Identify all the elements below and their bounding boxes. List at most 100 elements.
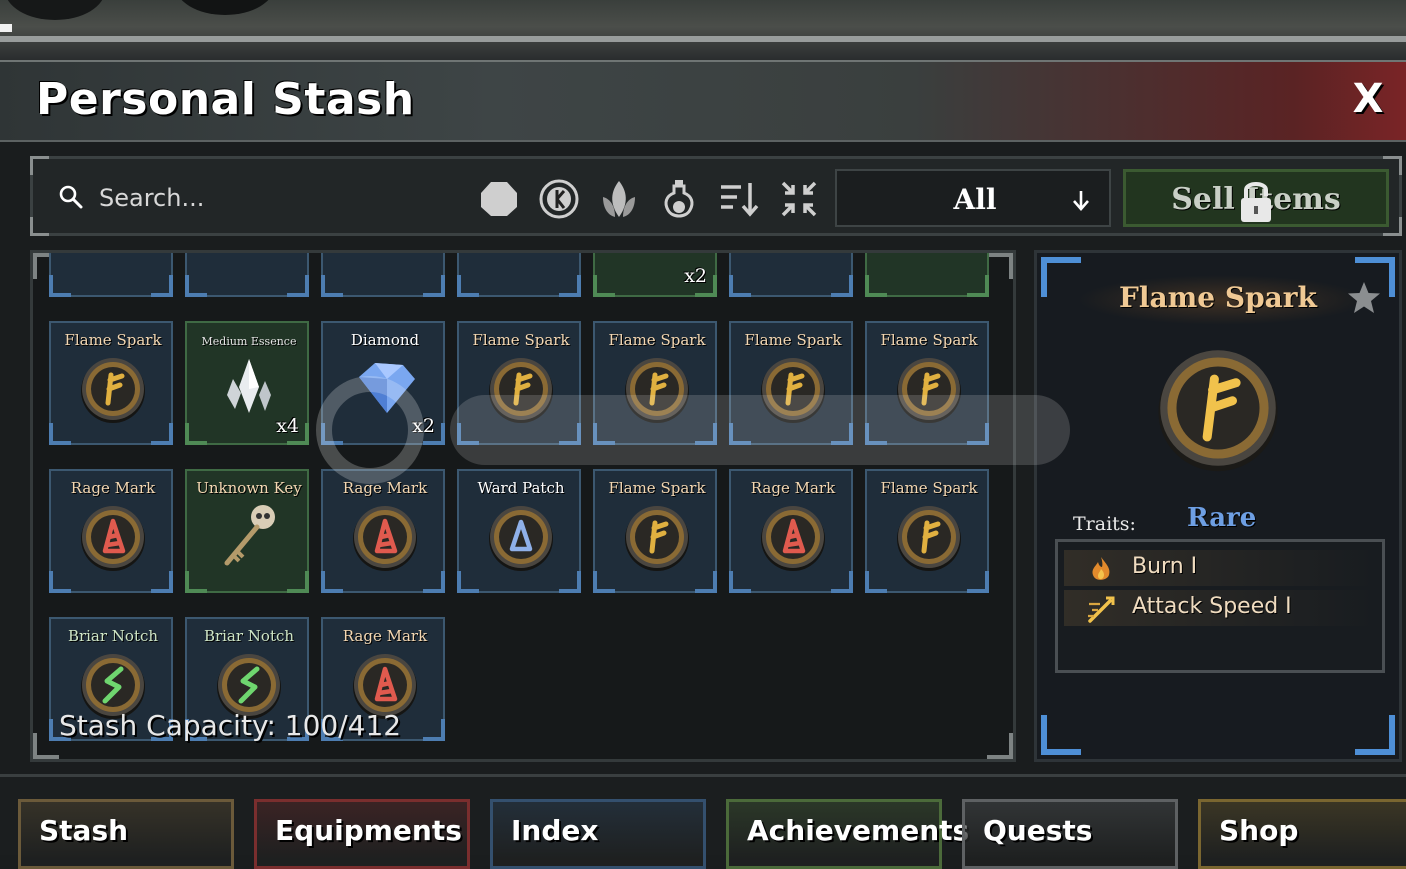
tab-index[interactable]: Index	[490, 799, 706, 869]
item-name: Diamond	[350, 331, 420, 349]
background-scene	[0, 0, 1406, 60]
collapse-icon[interactable]	[777, 177, 821, 221]
inventory-slot[interactable]: Flame Spark	[457, 321, 581, 445]
inventory-slot-partial[interactable]	[185, 253, 309, 297]
category-dropdown[interactable]: All	[835, 169, 1111, 227]
flame-item-icon	[761, 358, 825, 423]
inventory-slot[interactable]: Rage Mark	[729, 469, 853, 593]
flame-spark-rune-icon	[1158, 350, 1278, 472]
item-name: Flame Spark	[880, 479, 978, 497]
search-icon	[59, 185, 83, 209]
inventory-slot-partial[interactable]	[865, 253, 989, 297]
tab-label: Achievements	[747, 814, 970, 847]
item-name: Ward Patch	[477, 479, 565, 497]
flame-item-icon	[489, 358, 553, 423]
arrow-down-icon	[1073, 191, 1089, 211]
traits-list: Burn I Attack Speed I	[1055, 539, 1385, 673]
diamond-item-icon	[359, 363, 415, 413]
close-button[interactable]: X	[1348, 76, 1388, 122]
inventory-slot[interactable]: Medium Essence x4	[185, 321, 309, 445]
item-name: Flame Spark	[608, 331, 706, 349]
search-box	[55, 177, 455, 217]
inventory-slot[interactable]: Rage Mark	[321, 469, 445, 593]
flame-item-icon	[897, 506, 961, 571]
item-quantity: x2	[412, 415, 435, 437]
traits-label: Traits:	[1073, 513, 1136, 535]
tab-label: Quests	[983, 814, 1093, 847]
flame-item-icon	[625, 506, 689, 571]
inventory-slot[interactable]: Flame Spark	[593, 321, 717, 445]
window-title: Personal Stash	[36, 74, 415, 125]
item-name: Rage Mark	[750, 479, 836, 497]
tab-achievements[interactable]: Achievements	[726, 799, 969, 869]
window-title-bar: Personal Stash X	[0, 60, 1406, 142]
inventory-slot[interactable]: Flame Spark	[593, 469, 717, 593]
tab-shop[interactable]: Shop	[1198, 799, 1406, 869]
tab-quests[interactable]: Quests	[962, 799, 1178, 869]
flame-item-icon	[897, 358, 961, 423]
tab-label: Index	[511, 814, 599, 847]
tab-label: Stash	[39, 814, 129, 847]
sell-items-button[interactable]: Sell Items	[1123, 169, 1389, 227]
item-quantity: x2	[684, 265, 707, 287]
item-name: Flame Spark	[64, 331, 162, 349]
rage-item-icon	[761, 506, 825, 571]
tab-stash[interactable]: Stash	[18, 799, 234, 869]
star-icon[interactable]	[1345, 279, 1383, 317]
inventory-slot[interactable]: Flame Spark	[729, 321, 853, 445]
item-name: Flame Spark	[472, 331, 570, 349]
inventory-grid: x2 Flame Spark Medium Essence x4 Diamond x2 Fl…	[30, 250, 1016, 762]
inventory-slot-partial[interactable]	[321, 253, 445, 297]
inventory-slot[interactable]: Flame Spark	[865, 321, 989, 445]
item-name: Rage Mark	[70, 479, 156, 497]
item-detail-panel: Flame Spark Traits: Rare Burn I Attack S…	[1034, 250, 1402, 762]
tab-label: Shop	[1219, 814, 1299, 847]
item-name: Briar Notch	[203, 627, 295, 645]
essence-item-icon	[227, 359, 271, 413]
inventory-slot[interactable]: Diamond x2	[321, 321, 445, 445]
bottom-tab-bar: Stash Equipments Index Achievements Quests Sh…	[0, 774, 1406, 869]
key-item-icon	[224, 505, 275, 566]
rarity-label: Rare	[1187, 503, 1257, 533]
trait-text: Burn I	[1132, 554, 1198, 579]
item-name: Medium Essence	[201, 335, 297, 348]
rage-item-icon	[353, 506, 417, 571]
sort-icon[interactable]	[717, 177, 761, 221]
inventory-slot[interactable]: Unknown Key	[185, 469, 309, 593]
item-name: Flame Spark	[880, 331, 978, 349]
inventory-slot[interactable]: Rage Mark	[49, 469, 173, 593]
inventory-slot-partial[interactable]: x2	[593, 253, 717, 297]
inventory-slot[interactable]: Flame Spark	[865, 469, 989, 593]
item-quantity: x4	[276, 415, 299, 437]
flame-item-icon	[625, 358, 689, 423]
tab-label: Equipments	[275, 814, 462, 847]
item-name: Unknown Key	[196, 479, 302, 497]
lock-icon	[1241, 182, 1271, 222]
ward-item-icon	[489, 506, 553, 571]
item-name: Briar Notch	[67, 627, 159, 645]
stone-filter-icon[interactable]	[477, 177, 521, 221]
potion-filter-icon[interactable]	[657, 177, 701, 221]
trait-row: Burn I	[1064, 550, 1376, 586]
trait-text: Attack Speed I	[1132, 594, 1292, 619]
item-name: Rage Mark	[342, 627, 428, 645]
item-name: Flame Spark	[608, 479, 706, 497]
rage-item-icon	[81, 506, 145, 571]
inventory-slot[interactable]: Flame Spark	[49, 321, 173, 445]
item-name: Rage Mark	[342, 479, 428, 497]
inventory-slot[interactable]: Ward Patch	[457, 469, 581, 593]
inventory-slot-partial[interactable]	[729, 253, 853, 297]
speed-icon	[1088, 596, 1115, 623]
stash-capacity: Stash Capacity: 100/412	[59, 709, 402, 742]
tab-equipments[interactable]: Equipments	[254, 799, 470, 869]
item-name: Flame Spark	[744, 331, 842, 349]
coin-filter-icon[interactable]	[537, 177, 581, 221]
trait-row: Attack Speed I	[1064, 590, 1376, 626]
fire-icon	[1092, 557, 1110, 580]
inventory-slot-partial[interactable]	[49, 253, 173, 297]
toolbar: All Sell Items	[30, 156, 1402, 236]
search-input[interactable]	[97, 179, 441, 217]
flame-item-icon	[81, 358, 145, 423]
herb-filter-icon[interactable]	[597, 177, 641, 221]
inventory-slot-partial[interactable]	[457, 253, 581, 297]
